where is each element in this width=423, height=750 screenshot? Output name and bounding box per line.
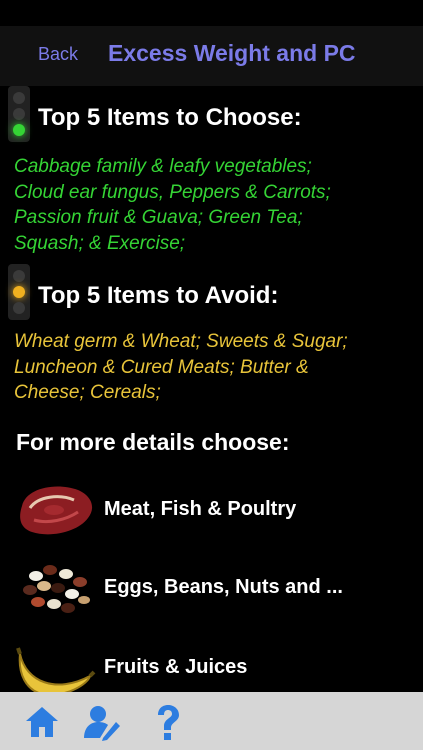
category-eggs-beans-nuts[interactable]: Eggs, Beans, Nuts and ... bbox=[0, 556, 423, 622]
avoid-line: Wheat germ & Wheat; Sweets & Sugar; bbox=[14, 331, 348, 352]
navigation-bar: Back Excess Weight and PC bbox=[0, 26, 423, 86]
meat-icon bbox=[20, 486, 93, 535]
amber-traffic-light-icon bbox=[8, 264, 30, 320]
choose-line: Squash; & Exercise; bbox=[14, 232, 186, 254]
page-title: Excess Weight and PC bbox=[108, 40, 356, 66]
category-label: Eggs, Beans, Nuts and ... bbox=[104, 576, 343, 598]
avoid-line: Luncheon & Cured Meats; Butter & bbox=[14, 356, 309, 378]
avoid-section-header: Top 5 Items to Avoid: bbox=[0, 264, 423, 320]
choose-line: Passion fruit & Guava; Green Tea; bbox=[14, 207, 303, 228]
avoid-section-title: Top 5 Items to Avoid: bbox=[38, 282, 279, 309]
help-icon[interactable] bbox=[148, 702, 188, 742]
content-area[interactable]: Top 5 Items to Choose: Cabbage family & … bbox=[0, 86, 423, 692]
back-button[interactable]: Back bbox=[38, 44, 78, 65]
category-label: Meat, Fish & Poultry bbox=[104, 498, 297, 520]
avoid-line: Cheese; Cereals; bbox=[14, 382, 161, 403]
beans-icon bbox=[23, 565, 90, 613]
choose-section-title: Top 5 Items to Choose: bbox=[38, 104, 302, 131]
category-fruits-juices[interactable]: Fruits & Juices bbox=[0, 636, 423, 692]
status-bar bbox=[0, 0, 423, 26]
category-label: Fruits & Juices bbox=[104, 656, 248, 678]
avoid-list: Wheat germ & Wheat; Sweets & Sugar; Lunc… bbox=[14, 329, 414, 406]
edit-profile-icon[interactable] bbox=[82, 702, 122, 742]
home-icon[interactable] bbox=[22, 702, 62, 742]
category-meat-fish-poultry[interactable]: Meat, Fish & Poultry bbox=[0, 478, 423, 544]
choose-section-header: Top 5 Items to Choose: bbox=[0, 86, 423, 142]
choose-line: Cabbage family & leafy vegetables; bbox=[14, 156, 312, 177]
tab-bar bbox=[0, 692, 423, 750]
green-traffic-light-icon bbox=[8, 86, 30, 142]
banana-icon bbox=[16, 647, 96, 692]
choose-list: Cabbage family & leafy vegetables; Cloud… bbox=[14, 154, 414, 256]
choose-line: Cloud ear fungus, Peppers & Carrots; bbox=[14, 181, 331, 203]
details-title: For more details choose: bbox=[16, 429, 290, 455]
